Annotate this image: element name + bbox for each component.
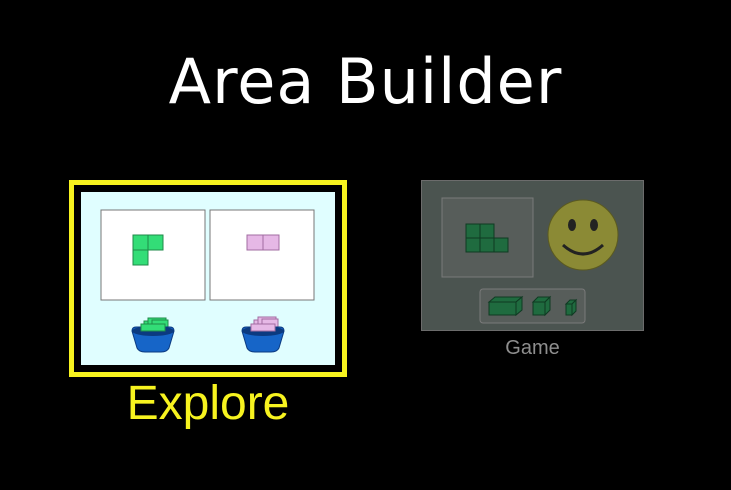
pink-bucket-icon bbox=[241, 316, 285, 353]
game-thumbnail-graphic bbox=[441, 197, 619, 324]
right-board bbox=[209, 209, 315, 301]
game-screen-button[interactable] bbox=[421, 180, 644, 331]
explore-screen-thumbnail bbox=[81, 192, 335, 365]
game-label[interactable]: Game bbox=[421, 336, 644, 360]
smiley-face-icon bbox=[547, 199, 619, 271]
green-bucket-icon bbox=[131, 317, 175, 353]
pink-rectangle-icon bbox=[246, 234, 280, 251]
shape-toolbox-icon bbox=[479, 288, 586, 324]
explore-screen-button[interactable] bbox=[69, 180, 347, 377]
left-board bbox=[100, 209, 206, 301]
app-title: Area Builder bbox=[168, 45, 563, 118]
explore-label[interactable]: Explore bbox=[69, 374, 347, 434]
explore-thumbnail-graphic bbox=[100, 209, 315, 353]
